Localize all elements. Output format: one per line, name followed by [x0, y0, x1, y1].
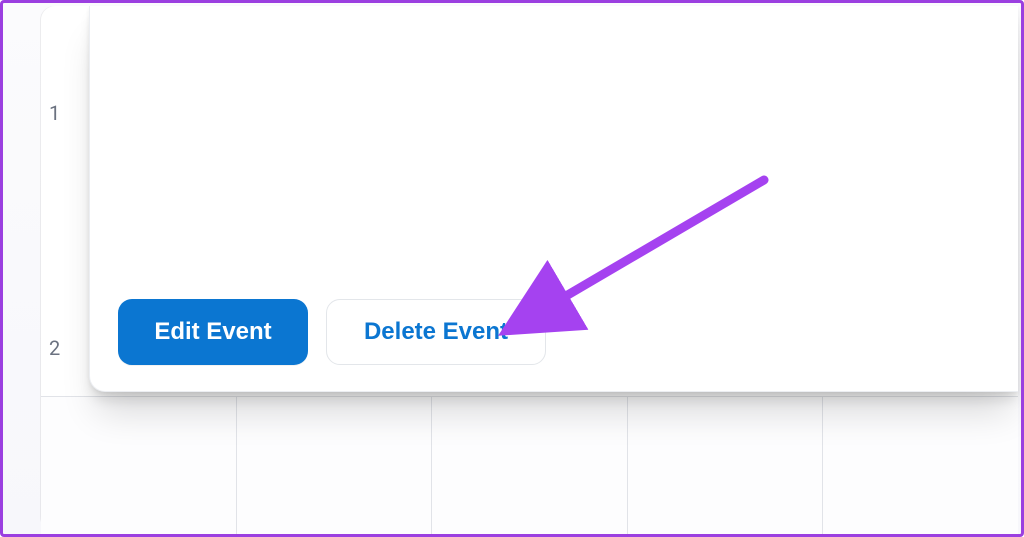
calendar-cell[interactable]	[822, 396, 1018, 537]
delete-event-button[interactable]: Delete Event	[326, 299, 546, 365]
calendar-cell[interactable]	[627, 396, 823, 537]
screenshot-frame: 1 2 Edit Event Delete Event	[0, 0, 1024, 537]
calendar-grid-row	[41, 396, 1018, 537]
event-modal: Edit Event Delete Event	[89, 6, 1018, 392]
modal-button-row: Edit Event Delete Event	[118, 299, 546, 365]
edit-event-button[interactable]: Edit Event	[118, 299, 308, 365]
time-label-2: 2	[49, 336, 60, 360]
calendar-cell[interactable]	[236, 396, 432, 537]
time-label-1: 1	[49, 101, 60, 125]
calendar-cell[interactable]	[431, 396, 627, 537]
calendar-cell[interactable]	[41, 396, 236, 537]
